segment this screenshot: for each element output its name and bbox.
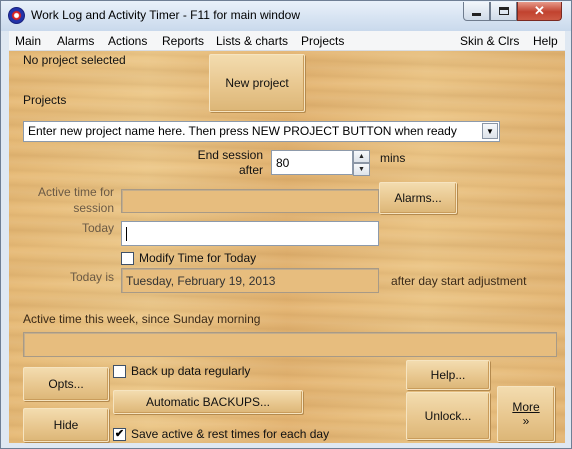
alarms-button[interactable]: Alarms... <box>379 182 457 214</box>
menu-reports[interactable]: Reports <box>162 34 204 48</box>
modify-time-label: Modify Time for Today <box>139 251 257 265</box>
window-title: Work Log and Activity Timer - F11 for ma… <box>31 8 300 22</box>
opts-button[interactable]: Opts... <box>23 367 109 401</box>
backup-checkbox[interactable] <box>113 365 126 378</box>
day-adjust-label: after day start adjustment <box>391 274 527 288</box>
save-times-label: Save active & rest times for each day <box>131 427 330 441</box>
active-time-label-2: session <box>73 201 114 215</box>
spin-up-button[interactable]: ▲ <box>353 150 370 163</box>
more-chevron-icon: » <box>522 414 530 428</box>
chevron-down-icon[interactable]: ▼ <box>482 123 498 139</box>
checkmark-icon: ✔ <box>114 428 125 440</box>
more-button-label: More <box>512 400 540 414</box>
menu-skin-colors[interactable]: Skin & Clrs <box>460 34 519 48</box>
today-date-field: Tuesday, February 19, 2013 <box>121 268 379 293</box>
maximize-icon <box>498 7 509 15</box>
menu-help[interactable]: Help <box>533 34 558 48</box>
menu-actions[interactable]: Actions <box>108 34 147 48</box>
close-button[interactable]: ✕ <box>517 2 562 21</box>
new-project-button[interactable]: New project <box>209 54 305 112</box>
app-window: Work Log and Activity Timer - F11 for ma… <box>0 0 572 449</box>
save-times-checkbox[interactable]: ✔ <box>113 428 126 441</box>
week-time-label: Active time this week, since Sunday morn… <box>23 312 261 326</box>
more-button[interactable]: More » <box>497 386 555 442</box>
menu-lists-charts[interactable]: Lists & charts <box>216 34 288 48</box>
title-bar: Work Log and Activity Timer - F11 for ma… <box>1 1 571 31</box>
end-session-label-1: End session <box>197 148 263 162</box>
active-time-label-1: Active time for <box>37 185 114 199</box>
menu-alarms[interactable]: Alarms <box>57 34 94 48</box>
mins-label: mins <box>380 151 406 165</box>
main-panel: No project selected New project Projects… <box>9 51 565 443</box>
menu-main[interactable]: Main <box>15 34 41 48</box>
projects-label: Projects <box>23 93 67 107</box>
project-combobox[interactable]: Enter new project name here. Then press … <box>23 121 500 142</box>
text-caret <box>126 226 127 241</box>
menu-bar: Main Alarms Actions Reports Lists & char… <box>9 31 565 51</box>
maximize-button[interactable] <box>490 2 517 21</box>
hide-button[interactable]: Hide <box>23 408 109 442</box>
week-time-field <box>23 332 557 357</box>
minimize-icon <box>472 13 481 16</box>
unlock-button[interactable]: Unlock... <box>406 392 490 440</box>
menu-projects[interactable]: Projects <box>301 34 344 48</box>
help-button[interactable]: Help... <box>406 360 490 390</box>
today-input[interactable] <box>121 221 379 246</box>
end-session-input[interactable]: 80 <box>271 150 353 175</box>
close-icon: ✕ <box>534 3 545 18</box>
today-is-label: Today is <box>69 270 114 284</box>
backup-label: Back up data regularly <box>131 364 251 378</box>
project-status: No project selected <box>23 53 126 67</box>
project-combobox-value: Enter new project name here. Then press … <box>28 124 457 138</box>
modify-time-checkbox[interactable] <box>121 252 134 265</box>
app-logo-icon <box>8 7 25 24</box>
spin-down-button[interactable]: ▼ <box>353 163 370 176</box>
today-label: Today <box>81 221 114 235</box>
minimize-button[interactable] <box>463 2 490 21</box>
end-session-label-2: after <box>238 163 263 177</box>
active-time-field <box>121 189 379 213</box>
automatic-backups-button[interactable]: Automatic BACKUPS... <box>113 390 303 414</box>
